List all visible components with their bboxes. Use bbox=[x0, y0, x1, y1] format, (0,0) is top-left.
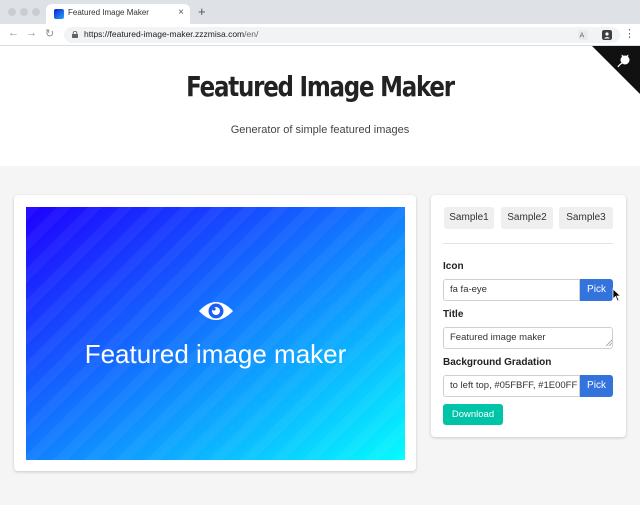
image-preview bbox=[26, 207, 405, 460]
translate-icon[interactable]: A bbox=[578, 30, 588, 40]
mouse-cursor-icon bbox=[612, 288, 622, 302]
title-label: Title bbox=[443, 309, 464, 320]
resize-handle-icon[interactable] bbox=[605, 339, 612, 346]
window-minimize-control[interactable] bbox=[20, 8, 28, 16]
page-title: Featured Image Maker bbox=[186, 70, 455, 103]
gradation-input[interactable]: to left top, #05FBFF, #1E00FF bbox=[443, 375, 580, 397]
reload-button[interactable]: ↻ bbox=[45, 27, 54, 40]
preview-title: Featured image maker bbox=[84, 339, 347, 369]
browser-menu-icon[interactable]: ⋮ bbox=[624, 27, 635, 40]
new-tab-button[interactable]: + bbox=[198, 4, 206, 19]
eye-icon bbox=[199, 302, 233, 320]
icon-input[interactable]: fa fa-eye bbox=[443, 279, 580, 301]
sample1-button[interactable]: Sample1 bbox=[444, 207, 494, 229]
browser-tab-bar: Featured Image Maker × + bbox=[0, 0, 640, 24]
window-zoom-control[interactable] bbox=[32, 8, 40, 16]
tab-title: Featured Image Maker bbox=[68, 8, 149, 17]
sample2-button[interactable]: Sample2 bbox=[501, 207, 553, 229]
gradation-pick-button[interactable]: Pick bbox=[580, 375, 613, 397]
page-subtitle: Generator of simple featured images bbox=[230, 124, 410, 136]
forward-button[interactable]: → bbox=[26, 27, 37, 39]
url-path: /en/ bbox=[244, 29, 259, 39]
tab-close-icon[interactable]: × bbox=[178, 7, 184, 18]
title-textarea[interactable]: Featured image maker bbox=[443, 327, 613, 349]
octocat-icon[interactable] bbox=[616, 53, 632, 69]
icon-label: Icon bbox=[443, 261, 464, 272]
profile-icon[interactable] bbox=[602, 30, 612, 40]
icon-pick-button[interactable]: Pick bbox=[580, 279, 613, 301]
url-text: https://featured-image-maker.zzzmisa.com… bbox=[84, 29, 258, 39]
gradation-label: Background Gradation bbox=[443, 357, 552, 368]
sample3-button[interactable]: Sample3 bbox=[559, 207, 613, 229]
url-host: https://featured-image-maker.zzzmisa.com bbox=[84, 29, 245, 39]
browser-toolbar: ← → ↻ https://featured-image-maker.zzzmi… bbox=[0, 24, 640, 46]
lock-icon bbox=[72, 31, 78, 38]
address-bar[interactable]: https://featured-image-maker.zzzmisa.com… bbox=[64, 27, 620, 43]
browser-tab[interactable]: Featured Image Maker × bbox=[46, 4, 190, 24]
download-button[interactable]: Download bbox=[443, 404, 503, 425]
svg-text:A: A bbox=[580, 32, 585, 40]
divider bbox=[443, 243, 613, 244]
favicon-icon bbox=[54, 9, 64, 19]
window-close-control[interactable] bbox=[8, 8, 16, 16]
back-button[interactable]: ← bbox=[8, 27, 19, 39]
